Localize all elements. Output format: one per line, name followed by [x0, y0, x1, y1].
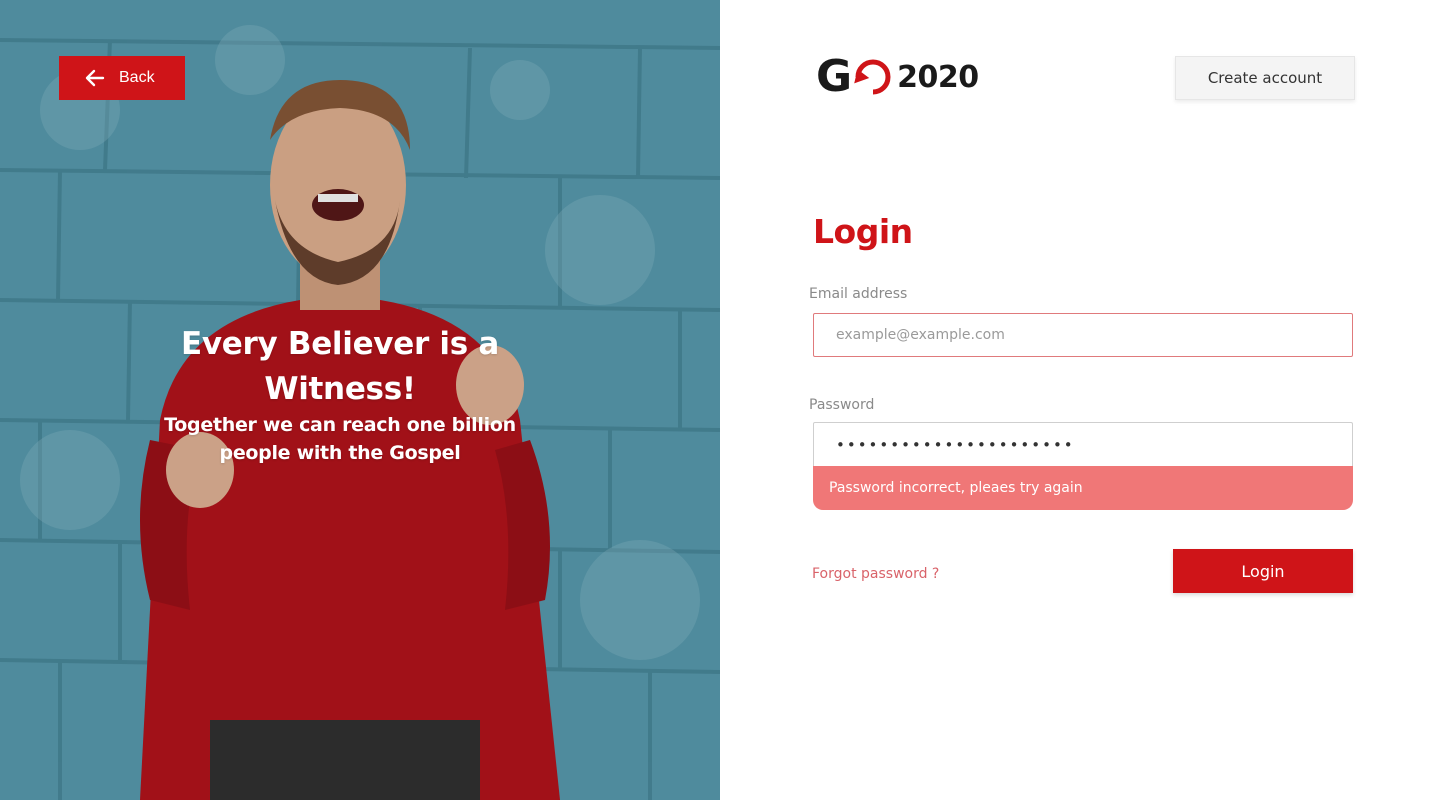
login-button[interactable]: Login [1173, 549, 1353, 593]
logo-circle-arrow-icon [854, 59, 891, 95]
email-label: Email address [809, 286, 908, 302]
hero-panel: Back Every Believer is a Witness! Togeth… [0, 0, 720, 800]
email-field[interactable] [813, 313, 1353, 357]
logo-g: G [816, 51, 852, 102]
logo-year: 2020 [897, 59, 979, 95]
back-button-label: Back [119, 69, 155, 86]
forgot-password-link[interactable]: Forgot password ? [812, 566, 939, 582]
password-label: Password [809, 397, 875, 413]
password-field[interactable] [813, 422, 1353, 466]
hero-subtitle: Together we can reach one billion people… [164, 414, 516, 464]
hero-text: Every Believer is a Witness! Together we… [140, 322, 540, 467]
hero-title: Every Believer is a Witness! [180, 326, 500, 407]
arrow-left-icon [85, 69, 105, 87]
go-2020-logo: G 2020 [816, 51, 979, 102]
page-title: Login [813, 212, 913, 251]
password-error-message: Password incorrect, pleaes try again [813, 466, 1353, 510]
back-button[interactable]: Back [59, 56, 185, 100]
create-account-button[interactable]: Create account [1175, 56, 1355, 100]
